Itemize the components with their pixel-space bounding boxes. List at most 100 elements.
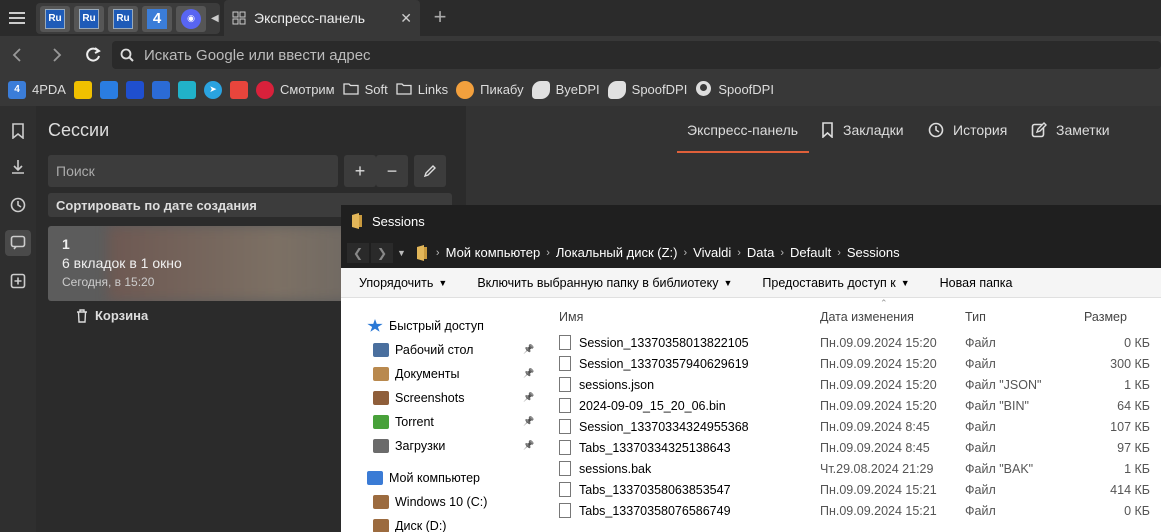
- collapse-stack-icon[interactable]: ◀: [211, 13, 219, 24]
- vivaldi-menu-button[interactable]: [0, 0, 34, 36]
- tab-bookmarks[interactable]: Закладки: [821, 120, 904, 140]
- stacked-tab-3[interactable]: Ru: [108, 5, 138, 32]
- trash-button[interactable]: Корзина: [76, 308, 148, 323]
- tab-notes[interactable]: Заметки: [1031, 120, 1110, 140]
- breadcrumb-separator[interactable]: ›: [837, 247, 841, 259]
- forward-button[interactable]: ❯: [371, 242, 393, 263]
- nav-drive[interactable]: Windows 10 (C:): [373, 495, 487, 509]
- bookmark-item[interactable]: [99, 78, 118, 102]
- tab-express-panel[interactable]: Экспресс-панель ✕: [224, 0, 420, 36]
- bookmark-item[interactable]: [73, 78, 92, 102]
- breadcrumb-item[interactable]: Default: [790, 245, 831, 260]
- file-icon: [559, 356, 571, 371]
- file-name: Session_13370357940629619: [579, 357, 749, 371]
- nav-pinned-item[interactable]: Загрузки: [373, 439, 445, 453]
- new-tab-button[interactable]: +: [428, 6, 452, 30]
- nav-drive[interactable]: Диск (D:): [373, 519, 446, 532]
- bookmark-item[interactable]: [229, 78, 248, 102]
- bookmark-item[interactable]: Смотрим: [255, 78, 335, 102]
- breadcrumb-separator[interactable]: ›: [683, 247, 687, 259]
- file-row[interactable]: Session_13370358013822105 Пн.09.09.2024 1…: [559, 333, 1161, 354]
- navigation-pane: Быстрый доступ Рабочий стол 📌 Документы 📌 Scr…: [341, 298, 539, 532]
- add-web-panel-button[interactable]: [5, 268, 31, 294]
- nav-pinned-item[interactable]: Screenshots: [373, 391, 464, 405]
- bookmark-item[interactable]: ➤: [203, 78, 222, 102]
- tab-label: Экспресс-панель: [687, 122, 799, 138]
- file-name: Session_13370358013822105: [579, 336, 749, 350]
- add-session-button[interactable]: +: [344, 155, 376, 187]
- bookmark-item[interactable]: [125, 78, 144, 102]
- stacked-tab-4[interactable]: 4: [142, 5, 172, 32]
- file-size: 107 КБ: [1110, 420, 1150, 434]
- file-row[interactable]: sessions.bak Чт.29.08.2024 21:29 Файл "BAK…: [559, 459, 1161, 480]
- nav-pinned-item[interactable]: Рабочий стол: [373, 343, 473, 357]
- breadcrumb-separator[interactable]: ›: [436, 247, 440, 259]
- column-date[interactable]: Дата изменения: [820, 310, 914, 324]
- breadcrumb-item[interactable]: Vivaldi: [693, 245, 731, 260]
- bookmark-item[interactable]: Links: [396, 78, 448, 102]
- bookmark-icon: [822, 122, 833, 138]
- pin-icon: 📌: [523, 416, 535, 426]
- toolbar-button[interactable]: Включить выбранную папку в библиотеку ▼: [477, 276, 732, 290]
- file-date: Пн.09.09.2024 15:20: [820, 357, 937, 371]
- recent-dropdown-icon[interactable]: ▼: [397, 248, 406, 258]
- bookmark-item[interactable]: 4 4PDA: [8, 78, 66, 102]
- file-row[interactable]: Session_13370334324955368 Пн.09.09.2024 8…: [559, 417, 1161, 438]
- tab-express-panel-main[interactable]: Экспресс-панель: [687, 120, 798, 140]
- file-row[interactable]: Tabs_13370334325138643 Пн.09.09.2024 8:45…: [559, 438, 1161, 459]
- bookmark-item[interactable]: SpoofDPI: [607, 78, 687, 102]
- toolbar-button[interactable]: Предоставить доступ к ▼: [762, 276, 909, 290]
- column-name[interactable]: Имя: [559, 310, 583, 324]
- bookmark-item[interactable]: Soft: [342, 78, 388, 102]
- stacked-tab-2[interactable]: Ru: [74, 5, 104, 32]
- remove-session-button[interactable]: −: [376, 155, 408, 187]
- downloads-panel-button[interactable]: [5, 154, 31, 180]
- file-row[interactable]: Tabs_13370358063853547 Пн.09.09.2024 15:2…: [559, 480, 1161, 501]
- file-size: 414 КБ: [1110, 483, 1150, 497]
- stacked-tab-5[interactable]: ◉: [176, 5, 206, 32]
- back-button[interactable]: [4, 42, 30, 68]
- stacked-tab-1[interactable]: Ru: [40, 5, 70, 32]
- history-panel-button[interactable]: [5, 192, 31, 218]
- bookmark-item[interactable]: Пикабу: [456, 78, 524, 102]
- reload-button[interactable]: [80, 42, 106, 68]
- file-row[interactable]: Tabs_13370358076586749 Пн.09.09.2024 15:2…: [559, 501, 1161, 522]
- forward-button[interactable]: [44, 42, 70, 68]
- bookmark-item[interactable]: [151, 78, 170, 102]
- column-type[interactable]: Тип: [965, 310, 986, 324]
- bookmark-item[interactable]: SpoofDPI: [695, 78, 774, 102]
- breadcrumb-separator[interactable]: ›: [737, 247, 741, 259]
- breadcrumb-item[interactable]: Data: [747, 245, 774, 260]
- breadcrumb-item[interactable]: Локальный диск (Z:): [556, 245, 678, 260]
- toolbar-button[interactable]: Упорядочить ▼: [359, 276, 447, 290]
- tab-label: Закладки: [843, 122, 904, 138]
- file-row[interactable]: 2024-09-09_15_20_06.bin Пн.09.09.2024 15:…: [559, 396, 1161, 417]
- back-button[interactable]: ❮: [347, 242, 369, 263]
- file-row[interactable]: sessions.json Пн.09.09.2024 15:20 Файл "JS…: [559, 375, 1161, 396]
- file-row[interactable]: Session_13370357940629619 Пн.09.09.2024 1…: [559, 354, 1161, 375]
- nav-pinned-item-icon: [373, 391, 389, 405]
- breadcrumb-item[interactable]: Мой компьютер: [446, 245, 541, 260]
- edit-session-button[interactable]: [414, 155, 446, 187]
- plus-square-icon: [10, 273, 26, 289]
- search-input[interactable]: Поиск: [48, 155, 338, 187]
- bookmark-item[interactable]: [177, 78, 196, 102]
- nav-pinned-item[interactable]: Torrent: [373, 415, 434, 429]
- nav-quick-access[interactable]: Быстрый доступ: [367, 319, 484, 333]
- close-tab-icon[interactable]: ✕: [400, 10, 412, 27]
- sessions-panel-button[interactable]: [5, 230, 31, 256]
- bookmark-item[interactable]: ByeDPI: [531, 78, 600, 102]
- tab-history[interactable]: История: [928, 120, 1007, 140]
- toolbar-button[interactable]: Новая папка: [940, 276, 1013, 290]
- nav-pinned-item[interactable]: Документы: [373, 367, 459, 381]
- breadcrumb-separator[interactable]: ›: [780, 247, 784, 259]
- column-size[interactable]: Размер: [1084, 310, 1127, 324]
- explorer-title-bar[interactable]: Sessions: [341, 205, 1161, 237]
- breadcrumb-separator[interactable]: ›: [546, 247, 550, 259]
- bookmarks-panel-button[interactable]: [5, 118, 31, 144]
- breadcrumb-item[interactable]: Sessions: [847, 245, 900, 260]
- nav-my-computer[interactable]: Мой компьютер: [367, 471, 480, 485]
- url-field[interactable]: Искать Google или ввести адрес: [112, 41, 1161, 69]
- bookmark-icon-6: [177, 80, 196, 99]
- file-type: Файл: [965, 420, 996, 434]
